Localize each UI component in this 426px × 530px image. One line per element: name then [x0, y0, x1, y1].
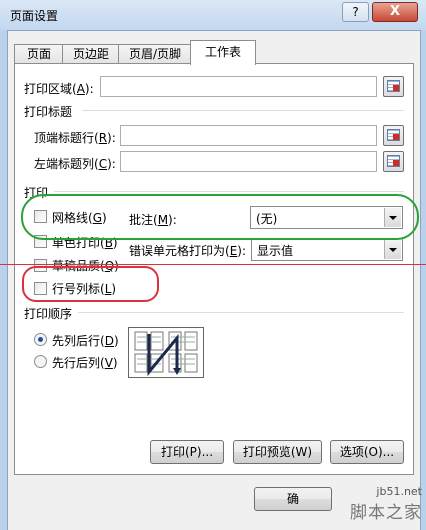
over-then-down-radio[interactable] — [34, 355, 47, 368]
print-titles-divider — [82, 110, 404, 111]
dialog-title: 页面设置 — [10, 9, 59, 23]
watermark-site: jb51.net — [376, 485, 422, 498]
tab-page[interactable]: 页面 — [14, 44, 64, 64]
print-button[interactable]: 打印(P)... — [150, 440, 224, 464]
close-button[interactable]: X — [372, 2, 418, 22]
help-button[interactable]: ? — [342, 2, 369, 22]
comments-value: (无) — [256, 212, 278, 226]
comments-label: 批注(M): — [129, 213, 177, 227]
page-order-preview-icon — [128, 327, 204, 378]
print-titles-heading: 打印标题 — [24, 105, 73, 119]
top-rows-label: 顶端标题行(R): — [34, 131, 116, 145]
ok-button[interactable]: 确 — [254, 487, 332, 511]
left-columns-input[interactable] — [120, 151, 377, 172]
over-then-down-label[interactable]: 先行后列(V) — [52, 354, 118, 371]
title-bar[interactable]: 页面设置 ? X — [0, 0, 426, 30]
comments-select[interactable]: (无) — [250, 206, 403, 229]
row-col-headings-label[interactable]: 行号列标(L) — [52, 280, 116, 297]
print-divider — [54, 191, 404, 192]
watermark-name: 脚本之家 — [350, 503, 422, 523]
options-button[interactable]: 选项(O)... — [330, 440, 404, 464]
page-order-divider — [78, 312, 404, 313]
gridlines-checkbox[interactable] — [34, 210, 47, 223]
print-area-label: 打印区域(A): — [24, 82, 94, 96]
top-rows-collapse-button[interactable] — [383, 125, 404, 146]
cell-errors-select[interactable]: 显示值 — [251, 238, 403, 261]
print-preview-button[interactable]: 打印预览(W) — [233, 440, 322, 464]
tab-margins[interactable]: 页边距 — [62, 44, 120, 64]
draft-quality-label[interactable]: 草稿品质(Q) — [52, 257, 119, 274]
print-area-collapse-button[interactable] — [383, 76, 404, 97]
print-area-input[interactable] — [100, 76, 377, 97]
top-rows-input[interactable] — [120, 125, 377, 146]
black-and-white-label[interactable]: 单色打印(B) — [52, 234, 118, 251]
chevron-down-icon[interactable] — [384, 208, 401, 227]
chevron-down-icon[interactable] — [384, 240, 401, 259]
cell-errors-label: 错误单元格打印为(E): — [129, 244, 247, 258]
black-and-white-checkbox[interactable] — [34, 235, 47, 248]
left-columns-collapse-button[interactable] — [383, 151, 404, 172]
print-heading: 打印 — [24, 186, 49, 200]
row-col-headings-checkbox[interactable] — [34, 282, 47, 295]
cell-errors-value: 显示值 — [257, 244, 294, 258]
tab-header-footer[interactable]: 页眉/页脚 — [118, 44, 192, 64]
site-watermark: jb51.net 脚本之家 — [350, 485, 422, 523]
left-columns-label: 左端标题列(C): — [34, 157, 116, 171]
tab-sheet[interactable]: 工作表 — [190, 40, 256, 65]
down-then-over-radio[interactable] — [34, 333, 47, 346]
gridlines-label[interactable]: 网格线(G) — [52, 209, 107, 226]
page-order-heading: 打印顺序 — [24, 307, 73, 321]
draft-quality-checkbox[interactable] — [34, 259, 47, 272]
down-then-over-label[interactable]: 先列后行(D) — [52, 332, 119, 349]
